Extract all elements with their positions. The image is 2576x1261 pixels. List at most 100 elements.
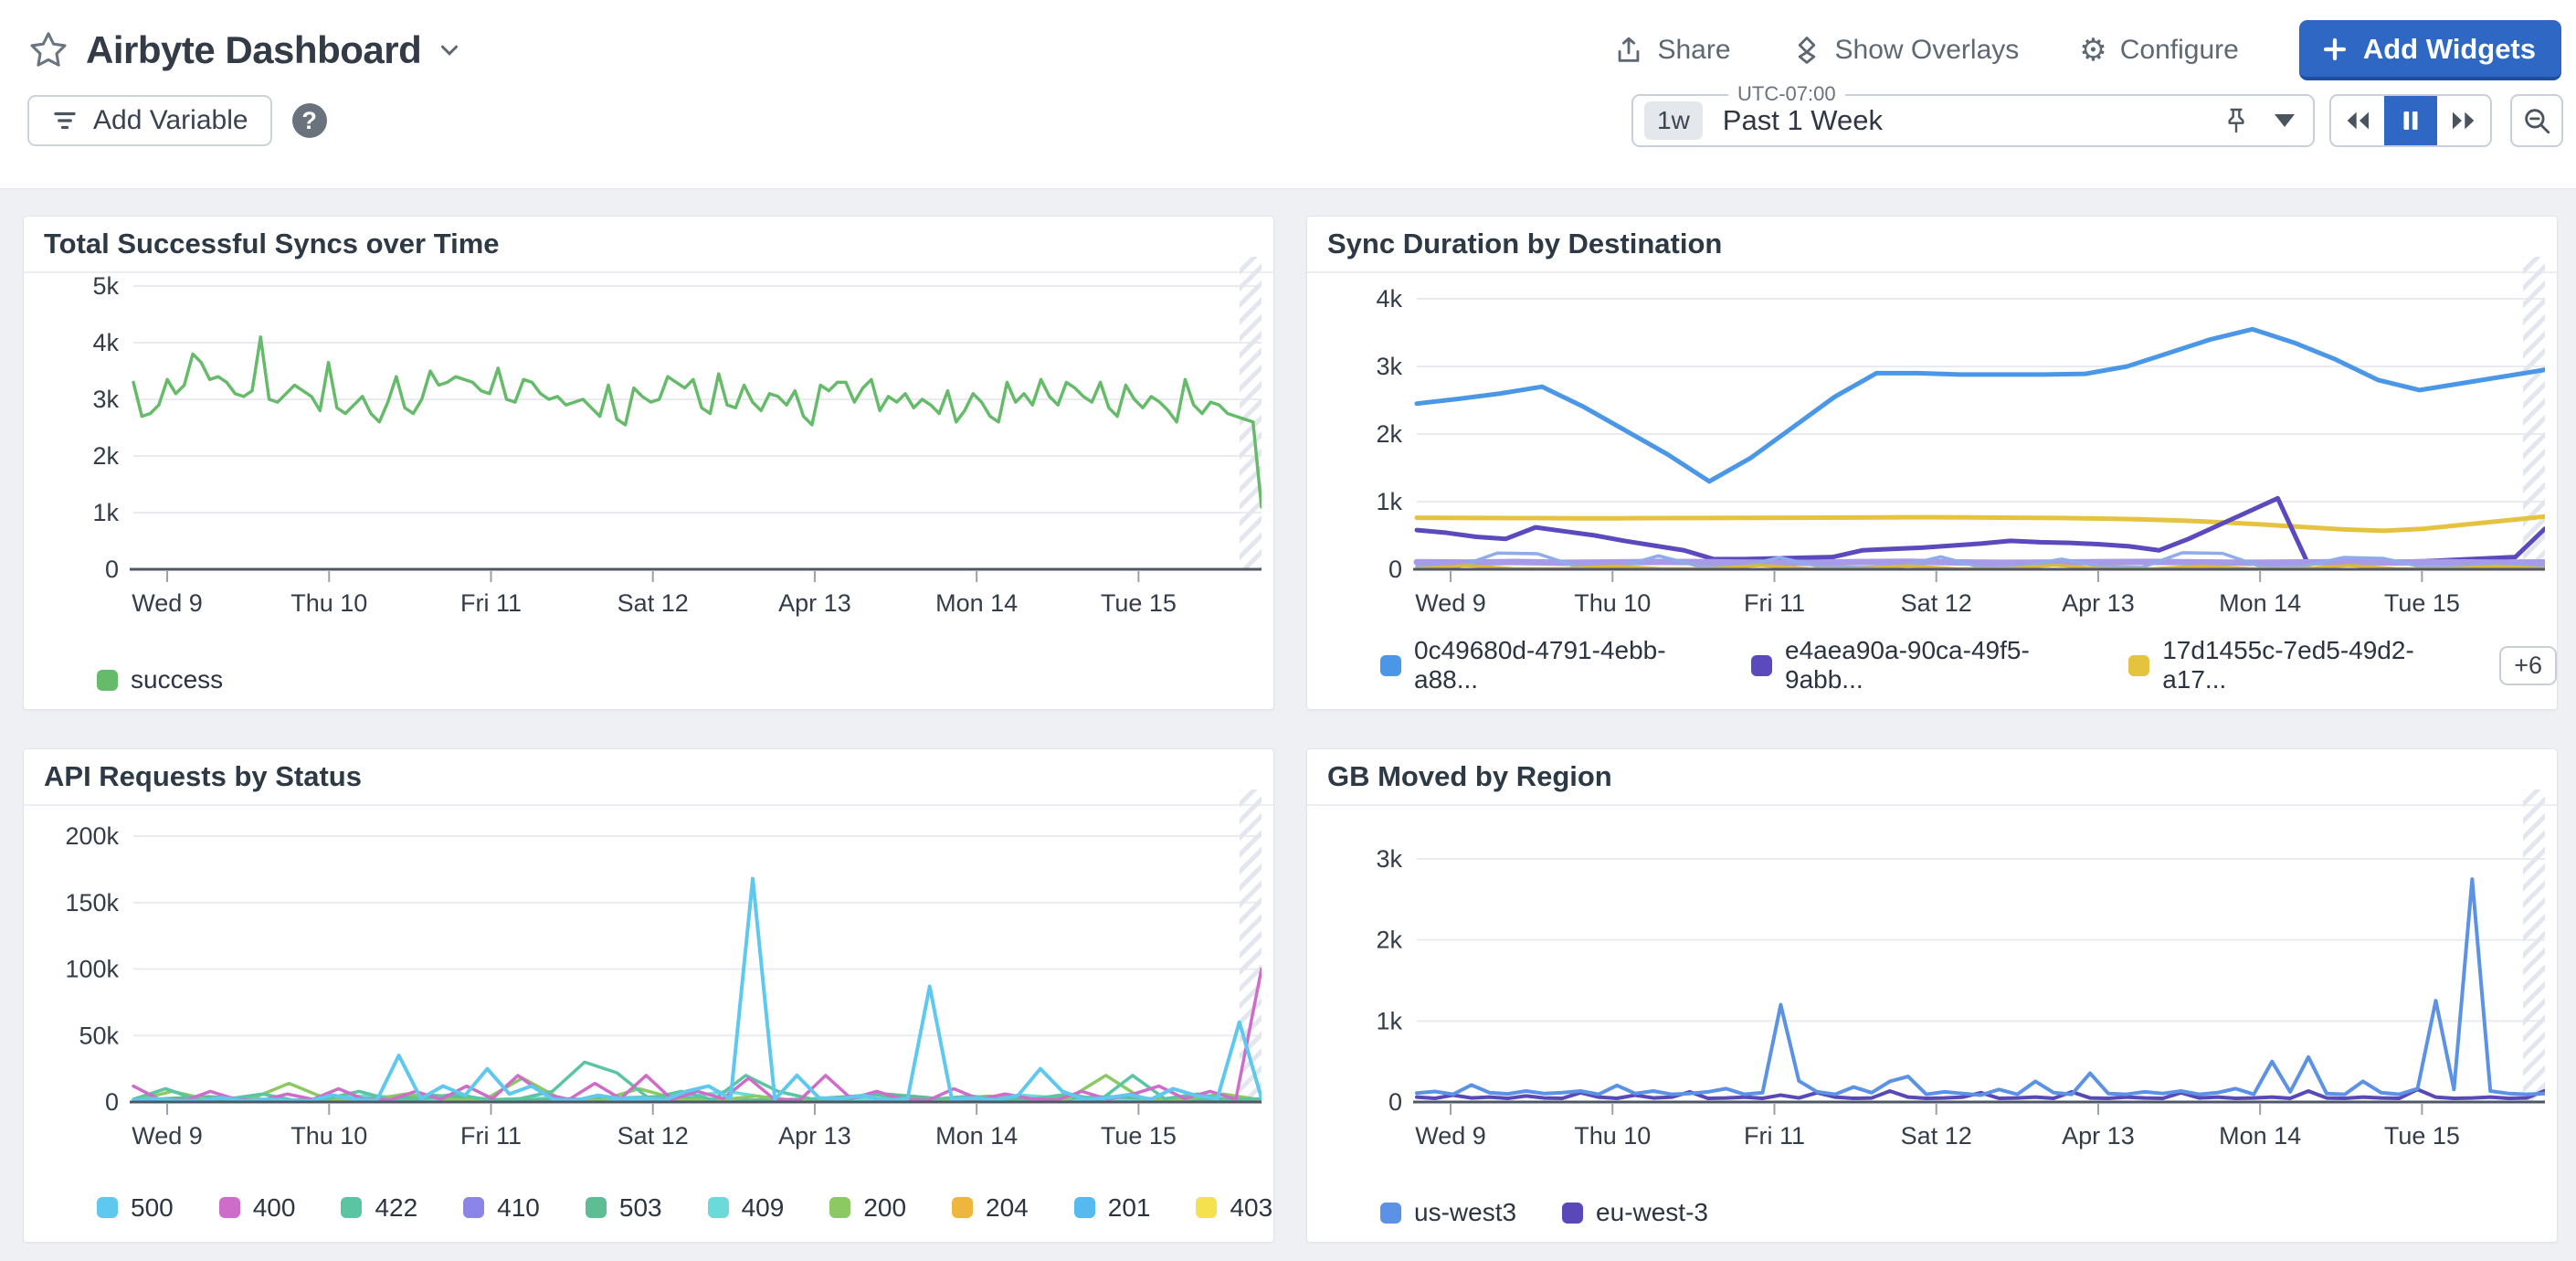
legend-label: 204 [986,1193,1029,1223]
configure-label: Configure [2120,35,2239,66]
legend-item[interactable]: us-west3 [1380,1198,1516,1227]
time-range-label: Past 1 Week [1723,104,1883,137]
legend-swatch [1562,1203,1583,1224]
legend-label: 17d1455c-7ed5-49d2-a17... [2162,636,2454,694]
legend-label: success [131,665,223,694]
legend-item[interactable]: 409 [708,1193,785,1223]
series-line [133,879,1262,1101]
title-chevron-down-icon[interactable] [436,37,463,64]
x-axis-tick-label: Fri 11 [1744,1122,1805,1150]
series-line [133,337,1262,507]
add-widgets-button[interactable]: Add Widgets [2299,20,2561,80]
legend-label: 400 [253,1193,296,1223]
legend-item[interactable]: success [97,665,223,694]
x-axis-tick-label: Sat 12 [1901,1122,1972,1150]
page-title: Airbyte Dashboard [86,28,421,72]
legend-swatch [1074,1197,1095,1218]
help-icon[interactable]: ? [292,103,327,138]
chart-area[interactable]: 200k150k100k50k0Wed 9Thu 10Fri 11Sat 12A… [24,782,1262,1166]
legend-item[interactable]: 400 [219,1193,296,1223]
legend-label: 410 [497,1193,540,1223]
y-axis-tick-label: 2k [92,442,119,470]
x-axis-tick-label: Wed 9 [132,589,203,617]
y-axis-tick-label: 1k [1376,488,1402,515]
legend-item[interactable]: 500 [97,1193,174,1223]
legend-label: 403 [1230,1193,1272,1223]
chart-area[interactable]: 4k3k2k1k0Wed 9Thu 10Fri 11Sat 12Apr 13Mo… [1307,249,2545,633]
filter-icon [51,107,79,134]
favorite-star-icon[interactable] [27,29,69,71]
y-axis-tick-label: 2k [1376,927,1402,954]
y-axis-tick-label: 0 [105,1088,119,1116]
x-axis-tick-label: Thu 10 [1574,1122,1651,1150]
legend-swatch [586,1197,607,1218]
legend: us-west3 eu-west-3 [1380,1198,1708,1227]
x-axis-tick-label: Fri 11 [1744,589,1805,617]
legend-item[interactable]: 17d1455c-7ed5-49d2-a17... [2128,636,2454,694]
x-axis-tick-label: Wed 9 [132,1122,203,1150]
configure-button[interactable]: ⚙ Configure [2079,35,2239,66]
pause-icon [2397,107,2424,134]
chart-area[interactable]: 5k4k3k2k1k0Wed 9Thu 10Fri 11Sat 12Apr 13… [24,249,1262,633]
legend-item[interactable]: 503 [586,1193,662,1223]
legend-swatch [1196,1197,1217,1218]
legend-label: 0c49680d-4791-4ebb-a88... [1414,636,1705,694]
legend-item[interactable]: 422 [341,1193,417,1223]
legend-label: 201 [1108,1193,1151,1223]
legend-swatch [219,1197,240,1218]
x-axis-tick-label: Apr 13 [778,1122,851,1150]
share-label: Share [1657,35,1730,66]
overlays-icon [1791,35,1822,66]
x-axis-tick-label: Thu 10 [290,589,367,617]
legend-item[interactable]: 200 [829,1193,906,1223]
legend-swatch [1380,655,1401,676]
legend-label: 409 [742,1193,785,1223]
y-axis-tick-label: 1k [1376,1007,1402,1034]
x-axis-tick-label: Apr 13 [2062,1122,2135,1150]
series-line [1417,329,2545,482]
y-axis-tick-label: 1k [92,499,119,526]
time-forward-button[interactable] [2437,96,2490,145]
widget-total-successful-syncs: Total Successful Syncs over Time 5k4k3k2… [23,216,1274,710]
x-axis-tick-label: Wed 9 [1415,589,1486,617]
series-line [1417,562,2545,563]
x-axis-tick-label: Thu 10 [290,1122,367,1150]
x-axis-tick-label: Tue 15 [1101,1122,1177,1150]
y-axis-tick-label: 4k [1376,285,1402,313]
widget-gb-moved: GB Moved by Region 3k2k1k0Wed 9Thu 10Fri… [1306,748,2558,1243]
legend-more-badge[interactable]: +6 [2499,646,2557,685]
series-line [1417,516,2545,531]
x-axis-tick-label: Apr 13 [2062,589,2135,617]
legend-item[interactable]: 204 [952,1193,1029,1223]
x-axis-tick-label: Tue 15 [1101,589,1177,617]
time-range-short: 1w [1644,101,1703,140]
time-backward-button[interactable] [2331,96,2384,145]
y-axis-tick-label: 0 [105,556,119,583]
time-range-picker[interactable]: UTC-07:00 1w Past 1 Week [1631,94,2315,147]
zoom-out-button[interactable] [2510,94,2563,147]
legend-swatch [2128,655,2149,676]
widget-api-requests: API Requests by Status 200k150k100k50k0W… [23,748,1274,1243]
legend-label: us-west3 [1414,1198,1516,1227]
widget-sync-duration: Sync Duration by Destination 4k3k2k1k0We… [1306,216,2558,710]
legend: 0c49680d-4791-4ebb-a88... e4aea90a-90ca-4… [1380,636,2557,694]
legend-item[interactable]: 410 [463,1193,540,1223]
legend-item[interactable]: 201 [1074,1193,1151,1223]
pin-icon[interactable] [2222,106,2251,135]
time-caret-down-icon[interactable] [2275,114,2295,127]
legend-item[interactable]: 403 [1196,1193,1272,1223]
y-axis-tick-label: 0 [1388,556,1402,583]
y-axis-tick-label: 2k [1376,420,1402,448]
chart-area[interactable]: 3k2k1k0Wed 9Thu 10Fri 11Sat 12Apr 13Mon … [1307,782,2545,1166]
share-icon [1613,35,1644,66]
x-axis-tick-label: Sat 12 [1901,589,1972,617]
y-axis-tick-label: 3k [92,386,119,413]
legend-item[interactable]: eu-west-3 [1562,1198,1708,1227]
legend-label: 422 [375,1193,417,1223]
legend-item[interactable]: e4aea90a-90ca-49f5-9abb... [1751,636,2083,694]
show-overlays-button[interactable]: Show Overlays [1791,35,2020,66]
time-pause-button[interactable] [2384,96,2437,145]
share-button[interactable]: Share [1613,35,1730,66]
legend-item[interactable]: 0c49680d-4791-4ebb-a88... [1380,636,1705,694]
add-variable-button[interactable]: Add Variable [27,95,272,146]
